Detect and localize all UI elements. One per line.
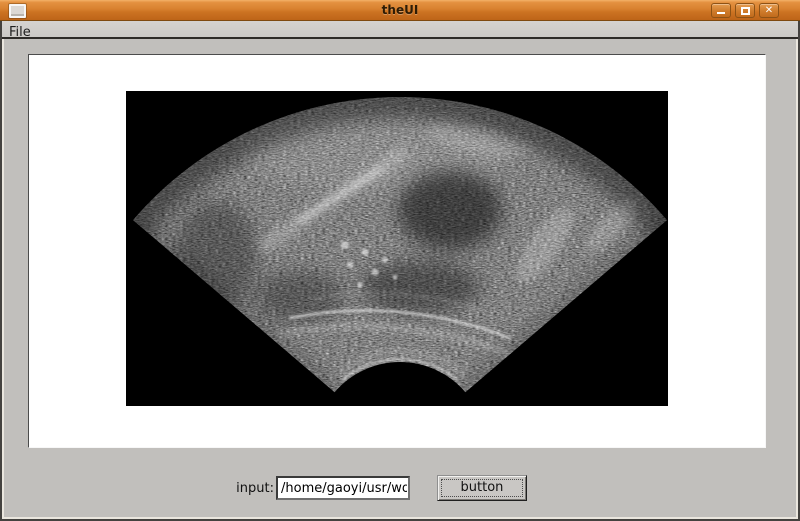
window-border-right-inner	[796, 39, 798, 519]
menu-file[interactable]: File	[2, 24, 38, 40]
maximize-button[interactable]	[735, 3, 755, 18]
input-field[interactable]	[276, 476, 410, 500]
minimize-button[interactable]	[711, 3, 731, 18]
action-button[interactable]: button	[437, 475, 527, 501]
window-border-left-inner	[2, 39, 4, 519]
close-icon: ✕	[765, 5, 773, 16]
titlebar[interactable]: theUI ✕	[0, 0, 800, 21]
app-window: theUI ✕ File	[0, 0, 800, 521]
minimize-icon	[717, 12, 725, 14]
menubar: File	[2, 21, 798, 39]
ultrasound-fan	[126, 91, 668, 406]
input-label: input:	[195, 481, 274, 496]
window-title: theUI	[0, 3, 800, 17]
maximize-icon	[741, 7, 750, 15]
window-border-bottom-inner	[2, 517, 798, 519]
close-button[interactable]: ✕	[759, 3, 779, 18]
ultrasound-image	[126, 91, 668, 406]
